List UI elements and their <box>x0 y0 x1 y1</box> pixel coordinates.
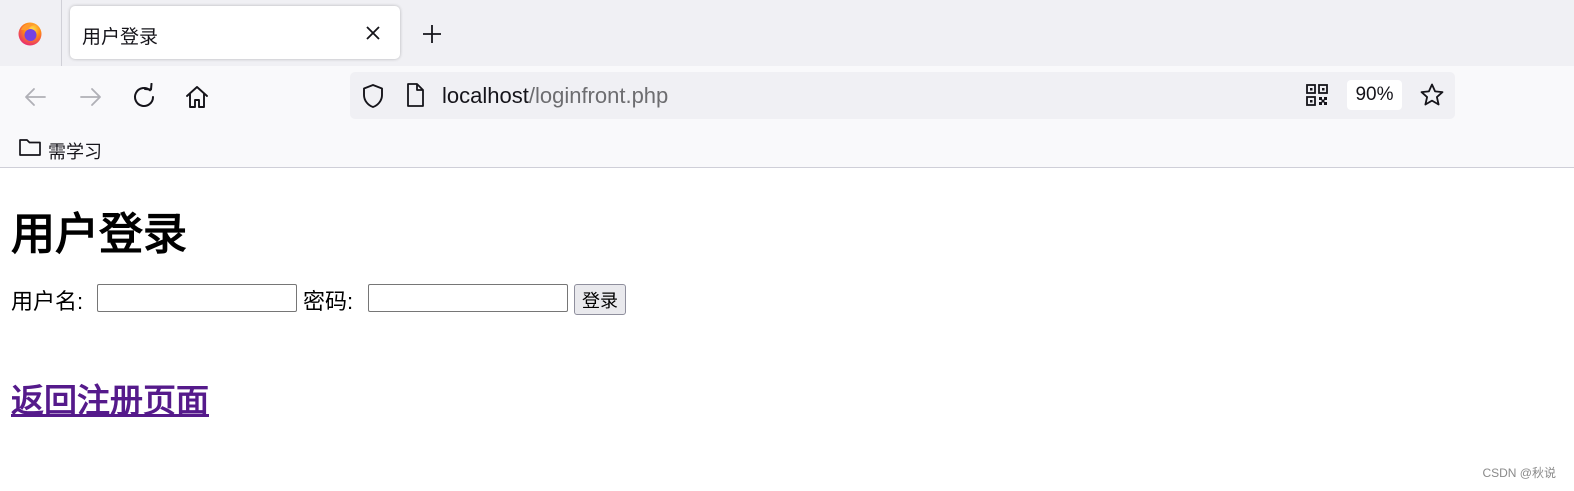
star-icon[interactable] <box>1419 82 1445 108</box>
bookmark-folder-label: 需学习 <box>48 142 102 162</box>
password-label: 密码: <box>303 289 354 314</box>
url-text[interactable]: localhost/loginfront.php <box>442 83 668 109</box>
page-title: 用户登录 <box>11 210 187 259</box>
firefox-icon <box>18 22 42 46</box>
username-input[interactable] <box>97 284 297 312</box>
firefox-menu-button[interactable] <box>0 0 62 66</box>
shield-icon[interactable] <box>361 83 385 109</box>
zoom-level-button[interactable]: 90% <box>1347 80 1402 110</box>
qr-code-icon[interactable] <box>1306 84 1328 106</box>
tab-title: 用户登录 <box>82 27 159 48</box>
url-path: /loginfront.php <box>528 83 669 108</box>
forward-arrow-icon[interactable] <box>76 83 104 111</box>
password-input[interactable] <box>368 284 568 312</box>
home-icon[interactable] <box>183 83 211 111</box>
login-button[interactable]: 登录 <box>574 284 626 315</box>
tab-active[interactable]: 用户登录 <box>70 6 400 59</box>
page-icon[interactable] <box>404 82 426 108</box>
address-bar[interactable]: localhost/loginfront.php 90% <box>350 72 1455 119</box>
plus-icon[interactable] <box>420 22 444 46</box>
close-icon[interactable] <box>364 24 382 42</box>
back-to-register-link[interactable]: 返回注册页面 <box>11 374 209 422</box>
username-label: 用户名: <box>11 289 84 314</box>
back-arrow-icon[interactable] <box>22 83 50 111</box>
folder-icon <box>19 139 41 156</box>
reload-icon[interactable] <box>130 83 158 111</box>
bookmarks-toolbar: 需学习 <box>0 128 1574 168</box>
url-host: localhost <box>442 83 529 108</box>
page-content: 用户登录 用户名: 密码: 登录 返回注册页面 CSDN @秋说 <box>0 168 1574 491</box>
tab-strip: 用户登录 <box>0 0 1574 66</box>
navigation-toolbar: localhost/loginfront.php 90% <box>0 66 1574 128</box>
watermark: CSDN @秋说 <box>1482 466 1556 480</box>
